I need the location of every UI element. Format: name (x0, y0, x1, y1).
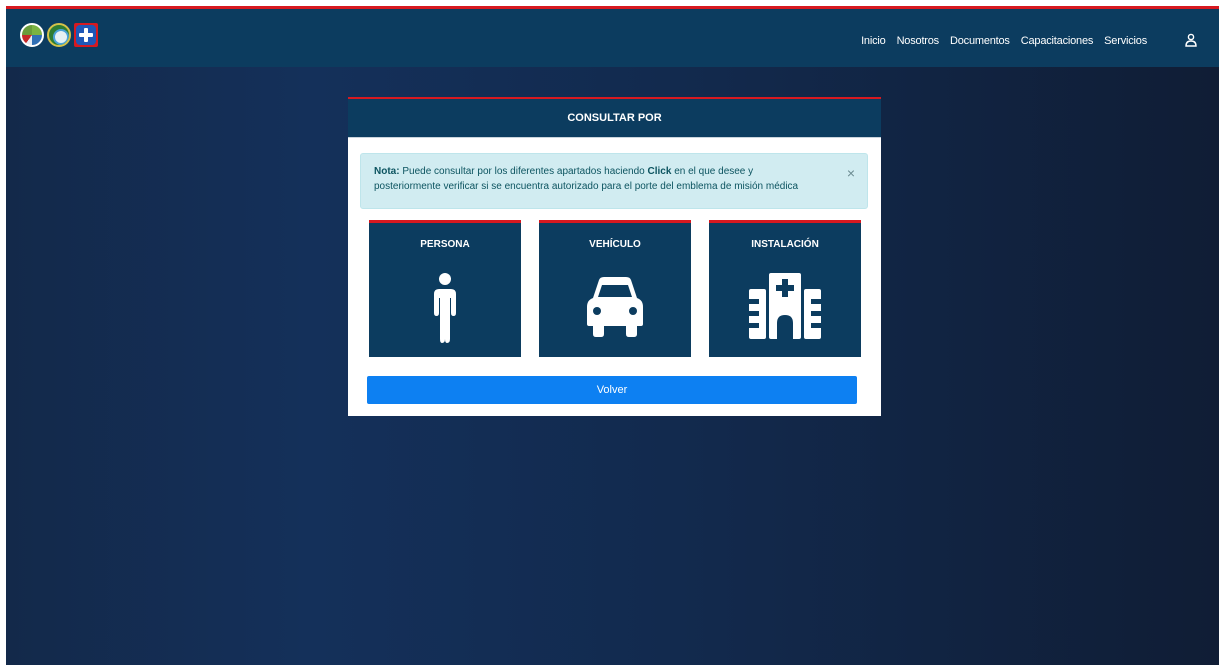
medical-mission-logo[interactable] (74, 23, 98, 47)
card-title: CONSULTAR POR (348, 99, 881, 138)
note-label: Nota: (374, 166, 400, 177)
seal-logo[interactable] (47, 23, 71, 47)
nav-nosotros[interactable]: Nosotros (897, 35, 940, 47)
option-persona[interactable]: PERSONA (369, 220, 521, 357)
medical-cross-icon (76, 25, 96, 45)
nav-capacitaciones[interactable]: Capacitaciones (1021, 35, 1094, 47)
app-background: Inicio Nosotros Documentos Capacitacione… (6, 6, 1219, 665)
note-text-before: Puede consultar por los diferentes apart… (399, 166, 648, 177)
note-emphasis: Click (647, 166, 672, 177)
close-icon[interactable]: × (847, 166, 855, 181)
ministry-logo[interactable] (20, 23, 44, 47)
option-persona-label: PERSONA (420, 239, 470, 250)
nav-servicios[interactable]: Servicios (1104, 35, 1147, 47)
option-vehiculo-label: VEHÍCULO (589, 239, 641, 250)
person-icon (434, 273, 456, 343)
consult-card: CONSULTAR POR Nota: Puede consultar por … (348, 97, 881, 416)
option-instalacion-label: INSTALACIÓN (751, 239, 819, 250)
back-button[interactable]: Volver (367, 376, 857, 404)
car-icon (587, 277, 643, 337)
nav-documentos[interactable]: Documentos (950, 35, 1010, 47)
option-tiles: PERSONA VEHÍCULO INSTALACIÓN (369, 220, 861, 357)
logo-group (20, 23, 98, 47)
option-instalacion[interactable]: INSTALACIÓN (709, 220, 861, 357)
user-icon[interactable] (1185, 33, 1197, 47)
option-vehiculo[interactable]: VEHÍCULO (539, 220, 691, 357)
info-alert: Nota: Puede consultar por los diferentes… (360, 153, 868, 209)
main-nav: Inicio Nosotros Documentos Capacitacione… (861, 35, 1147, 47)
nav-inicio[interactable]: Inicio (861, 35, 886, 47)
top-navbar: Inicio Nosotros Documentos Capacitacione… (6, 6, 1219, 67)
hospital-icon (749, 273, 821, 339)
